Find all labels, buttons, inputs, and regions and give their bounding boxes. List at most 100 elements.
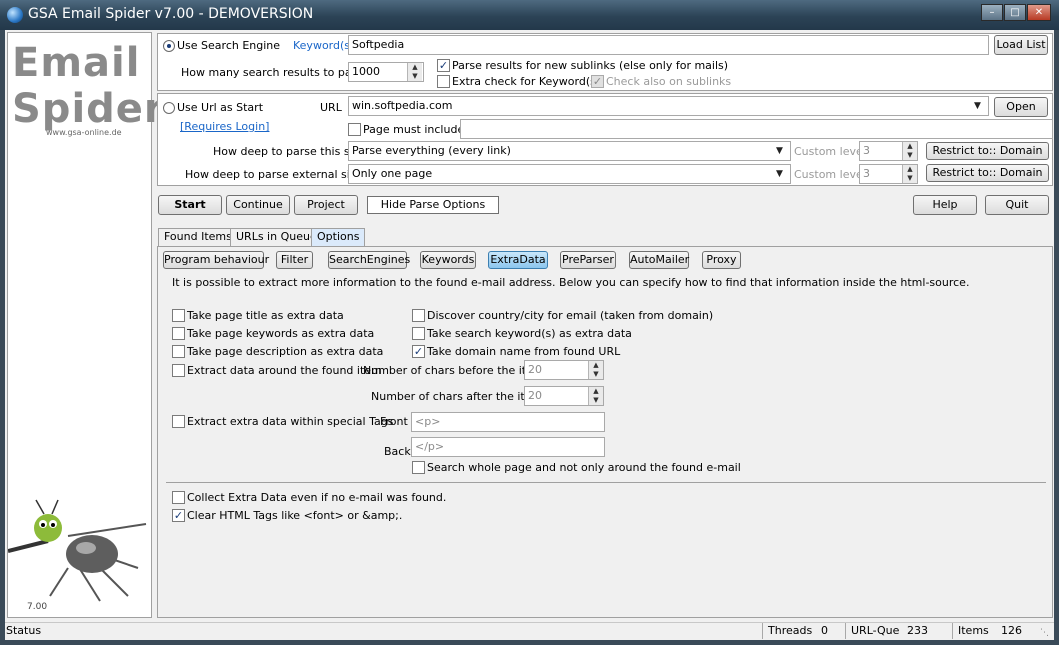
tab-urls-in-queue[interactable]: URLs in Queue — [230, 228, 323, 246]
project-button[interactable]: Project — [294, 195, 358, 215]
chars-after-spinner[interactable]: ▲ ▼ — [588, 387, 603, 405]
continue-button[interactable]: Continue — [226, 195, 290, 215]
urlque-label: URL-Que — [851, 624, 900, 637]
version-label: 7.00 — [27, 602, 48, 612]
subtab-automailer[interactable]: AutoMailer — [629, 251, 689, 269]
options-panel — [157, 246, 1053, 618]
extra-check-keywords-checkbox[interactable] — [437, 75, 450, 88]
chars-before-value: 20 — [528, 363, 542, 376]
open-button[interactable]: Open — [994, 97, 1048, 117]
extra-data-intro: It is possible to extract more informati… — [172, 276, 970, 289]
status-separator — [762, 623, 763, 639]
requires-login-link[interactable]: [Requires Login] — [180, 120, 269, 133]
use-url-start-radio[interactable] — [163, 102, 175, 114]
maximize-icon[interactable]: □ — [1004, 4, 1026, 21]
window-title: GSA Email Spider v7.00 - DEMOVERSION — [28, 6, 314, 22]
restrict-domain-button-2[interactable]: Restrict to:: Domain — [926, 164, 1049, 182]
depth-site-dropdown-icon[interactable]: ▼ — [776, 146, 783, 156]
take-page-title-checkbox[interactable] — [172, 309, 185, 322]
subtab-preparser[interactable]: PreParser — [560, 251, 616, 269]
tab-found-items[interactable]: Found Items — [158, 228, 238, 246]
parse-sublinks-checkbox[interactable]: ✓ — [437, 59, 450, 72]
take-page-keywords-checkbox[interactable] — [172, 327, 185, 340]
use-search-engine-label: Use Search Engine — [177, 39, 281, 52]
threads-value: 0 — [821, 624, 828, 637]
search-results-value: 1000 — [352, 65, 380, 78]
depth-site-select[interactable]: Parse everything (every link) — [348, 141, 791, 161]
custom-level-value-1: 3 — [863, 144, 870, 157]
subtab-searchengines[interactable]: SearchEngines — [328, 251, 410, 269]
take-page-keywords-label: Take page keywords as extra data — [187, 327, 375, 340]
collect-extra-data-label: Collect Extra Data even if no e-mail was… — [187, 491, 447, 504]
minimize-icon[interactable]: – — [981, 4, 1003, 21]
restrict-domain-button-1[interactable]: Restrict to:: Domain — [926, 142, 1049, 160]
custom-level-spinner-2[interactable]: ▲ ▼ — [902, 165, 917, 183]
hide-parse-options-button[interactable]: Hide Parse Options — [367, 196, 499, 214]
depth-external-label: How deep to parse external sites — [185, 168, 367, 181]
chars-before-spinner[interactable]: ▲ ▼ — [588, 361, 603, 379]
front-tag-input[interactable]: <p> — [411, 412, 605, 432]
custom-level-label-2: Custom level — [794, 168, 866, 181]
page-must-include-checkbox[interactable] — [348, 123, 361, 136]
load-list-button[interactable]: Load List — [994, 35, 1048, 55]
custom-level-spinner-1[interactable]: ▲ ▼ — [902, 142, 917, 160]
quit-button[interactable]: Quit — [985, 195, 1049, 215]
discover-country-checkbox[interactable] — [412, 309, 425, 322]
subtab-proxy[interactable]: Proxy — [702, 251, 741, 269]
logo-url: www.gsa-online.de — [46, 128, 122, 137]
subtab-filter[interactable]: Filter — [276, 251, 313, 269]
chars-after-label: Number of chars after the item — [371, 390, 543, 403]
urlque-value: 233 — [907, 624, 928, 637]
custom-level-value-2: 3 — [863, 167, 870, 180]
threads-label: Threads — [768, 624, 813, 637]
resize-grip-icon[interactable]: ⋱ — [1040, 628, 1049, 638]
status-separator — [845, 623, 846, 639]
extract-around-item-checkbox[interactable] — [172, 364, 185, 377]
clear-html-tags-checkbox[interactable]: ✓ — [172, 509, 185, 522]
front-tag-label: Front — [380, 415, 408, 428]
chars-before-label: Number of chars before the item — [363, 364, 544, 377]
status-text: Status — [6, 624, 42, 637]
url-combobox[interactable]: win.softpedia.com — [348, 96, 989, 116]
discover-country-label: Discover country/city for email (taken f… — [427, 309, 714, 322]
items-value: 126 — [1001, 624, 1022, 637]
take-search-keywords-checkbox[interactable] — [412, 327, 425, 340]
search-results-label: How many search results to parse — [181, 66, 369, 79]
back-tag-label: Back — [384, 445, 411, 458]
back-tag-input[interactable]: </p> — [411, 437, 605, 457]
subtab-program-behaviour[interactable]: Program behaviour — [163, 251, 269, 269]
search-whole-page-checkbox[interactable] — [412, 461, 425, 474]
keywords-input[interactable]: Softpedia — [348, 35, 989, 55]
search-results-spinner[interactable]: ▲ ▼ — [407, 63, 422, 81]
take-page-description-checkbox[interactable] — [172, 345, 185, 358]
window-controls: – □ ✕ — [981, 4, 1051, 21]
logo-text-email: Email — [12, 40, 141, 86]
close-icon[interactable]: ✕ — [1027, 4, 1051, 21]
app-globe-icon — [7, 7, 23, 23]
depth-external-dropdown-icon[interactable]: ▼ — [776, 169, 783, 179]
use-url-start-label: Use Url as Start — [177, 101, 264, 114]
use-search-engine-radio[interactable] — [163, 40, 175, 52]
take-page-description-label: Take page description as extra data — [187, 345, 384, 358]
page-must-include-label: Page must include — [363, 123, 465, 136]
help-button[interactable]: Help — [913, 195, 977, 215]
url-dropdown-arrow-icon[interactable]: ▼ — [974, 101, 981, 111]
spider-mascot-icon — [8, 499, 147, 602]
start-button[interactable]: Start — [158, 195, 222, 215]
subtab-keywords[interactable]: Keywords — [420, 251, 476, 269]
depth-external-select[interactable]: Only one page — [348, 164, 791, 184]
subtab-extradata[interactable]: ExtraData — [488, 251, 548, 269]
check-sublinks-checkbox[interactable]: ✓ — [591, 75, 604, 88]
extract-special-tags-checkbox[interactable] — [172, 415, 185, 428]
logo-text-spider: Spider — [12, 86, 165, 132]
collect-extra-data-checkbox[interactable] — [172, 491, 185, 504]
url-label: URL — [320, 101, 342, 114]
search-whole-page-label: Search whole page and not only around th… — [427, 461, 741, 474]
page-must-include-input[interactable] — [460, 119, 1053, 139]
status-separator — [952, 623, 953, 639]
depth-site-value: Parse everything (every link) — [352, 144, 511, 157]
section-divider — [166, 482, 1046, 483]
tab-options[interactable]: Options — [311, 228, 366, 246]
clear-html-tags-label: Clear HTML Tags like <font> or &amp;. — [187, 509, 403, 522]
take-domain-name-checkbox[interactable]: ✓ — [412, 345, 425, 358]
